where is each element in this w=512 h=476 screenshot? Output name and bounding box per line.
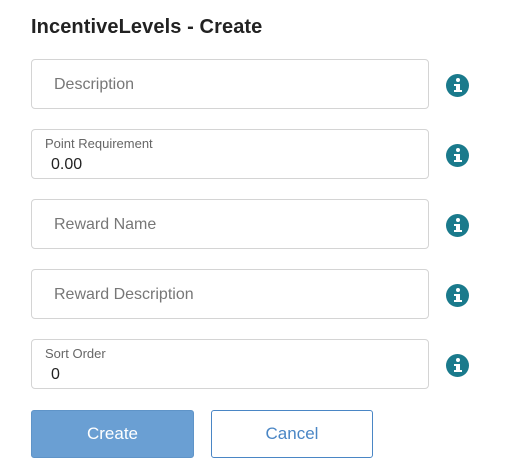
sort-order-field[interactable]: Sort Order 0 — [31, 339, 429, 389]
description-placeholder: Description — [54, 76, 135, 93]
reward-name-field[interactable]: Reward Name — [31, 199, 429, 249]
cancel-button[interactable]: Cancel — [211, 410, 373, 458]
create-button[interactable]: Create — [31, 410, 194, 458]
point-requirement-value: 0.00 — [51, 156, 83, 173]
point-requirement-label: Point Requirement — [45, 136, 153, 151]
sort-order-label: Sort Order — [45, 346, 106, 361]
reward-description-field[interactable]: Reward Description — [31, 269, 429, 319]
page-title: IncentiveLevels - Create — [31, 16, 263, 38]
info-icon[interactable] — [446, 144, 469, 167]
reward-name-placeholder: Reward Name — [54, 216, 157, 233]
info-icon[interactable] — [446, 74, 469, 97]
reward-description-placeholder: Reward Description — [54, 286, 194, 303]
description-field[interactable]: Description — [31, 59, 429, 109]
sort-order-value: 0 — [51, 366, 60, 383]
info-icon[interactable] — [446, 214, 469, 237]
point-requirement-field[interactable]: Point Requirement 0.00 — [31, 129, 429, 179]
info-icon[interactable] — [446, 354, 469, 377]
info-icon[interactable] — [446, 284, 469, 307]
